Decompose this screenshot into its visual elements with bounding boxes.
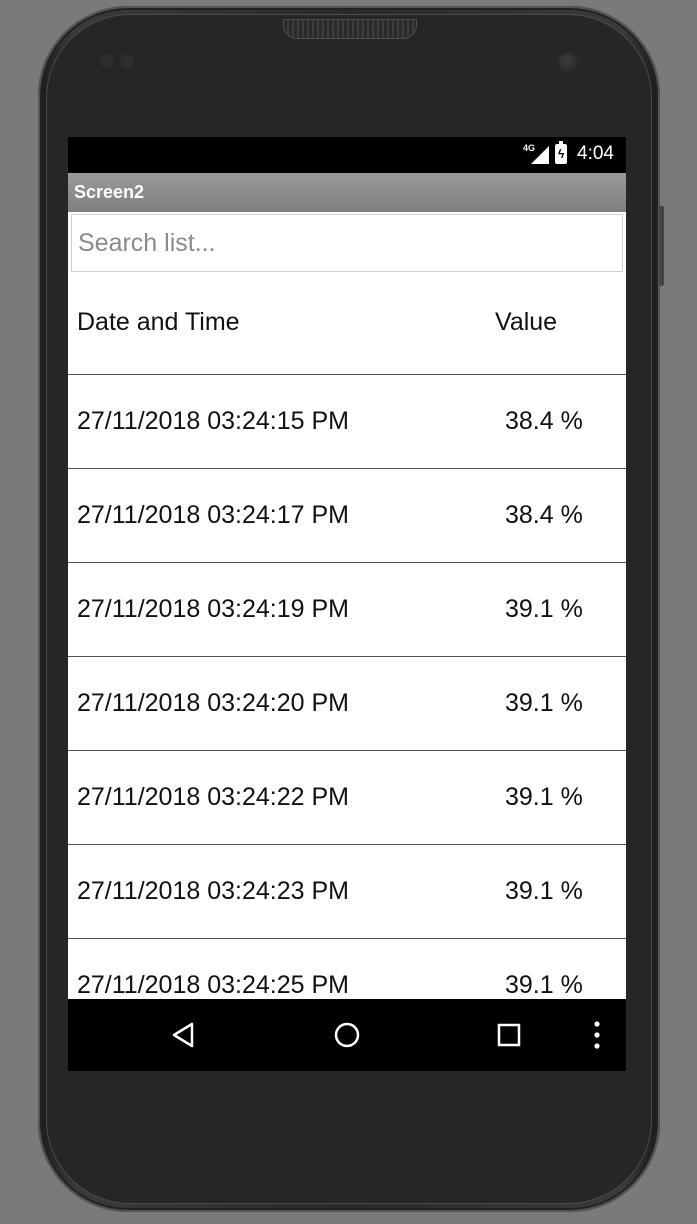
list-item[interactable]: 27/11/2018 03:24:15 PM 38.4 %	[68, 375, 626, 469]
back-icon[interactable]	[148, 999, 220, 1071]
list-item-date: 27/11/2018 03:24:19 PM	[77, 595, 349, 623]
list-item-value: 38.4 %	[505, 501, 583, 529]
list-item-value: 38.4 %	[505, 407, 583, 435]
recents-icon[interactable]	[473, 999, 545, 1071]
list-item[interactable]: 27/11/2018 03:24:25 PM 39.1 %	[68, 939, 626, 999]
list-item-value: 39.1 %	[505, 783, 583, 811]
battery-charging-icon: ϟ	[555, 141, 568, 164]
status-bar: 4G ϟ 4:04	[68, 137, 626, 173]
list-item-value: 39.1 %	[505, 595, 583, 623]
search-box[interactable]	[71, 214, 623, 272]
list-item-date: 27/11/2018 03:24:25 PM	[77, 971, 349, 999]
front-camera	[558, 52, 580, 74]
list-item-date: 27/11/2018 03:24:17 PM	[77, 501, 349, 529]
app-title-bar: Screen2	[68, 173, 626, 212]
overflow-menu-icon[interactable]	[561, 999, 626, 1071]
list-item[interactable]: 27/11/2018 03:24:20 PM 39.1 %	[68, 657, 626, 751]
list-item-date: 27/11/2018 03:24:15 PM	[77, 407, 349, 435]
earpiece-speaker	[283, 19, 417, 39]
date-column-header: Date and Time	[77, 308, 240, 336]
list-item[interactable]: 27/11/2018 03:24:17 PM 38.4 %	[68, 469, 626, 563]
data-list[interactable]: Date and Time Value 27/11/2018 03:24:15 …	[68, 281, 626, 999]
list-item-date: 27/11/2018 03:24:22 PM	[77, 783, 349, 811]
value-column-header: Value	[495, 308, 558, 336]
navigation-bar	[68, 999, 626, 1071]
list-item-value: 39.1 %	[505, 689, 583, 717]
list-header-row: Date and Time Value	[68, 281, 626, 375]
list-item[interactable]: 27/11/2018 03:24:19 PM 39.1 %	[68, 563, 626, 657]
list-item[interactable]: 27/11/2018 03:24:22 PM 39.1 %	[68, 751, 626, 845]
list-item-date: 27/11/2018 03:24:20 PM	[77, 689, 349, 717]
proximity-sensors	[100, 54, 140, 73]
volume-button[interactable]	[659, 206, 664, 286]
list-item-value: 39.1 %	[505, 877, 583, 905]
device-screen: 4G ϟ 4:04 Screen2 Date and Time Value 27…	[68, 137, 626, 1071]
list-item-date: 27/11/2018 03:24:23 PM	[77, 877, 349, 905]
app-title: Screen2	[74, 182, 145, 202]
home-icon[interactable]	[311, 999, 383, 1071]
status-clock: 4:04	[577, 143, 614, 164]
cellular-signal-icon: 4G	[523, 143, 550, 165]
search-input[interactable]	[72, 215, 622, 271]
list-item-value: 39.1 %	[505, 971, 583, 999]
list-item[interactable]: 27/11/2018 03:24:23 PM 39.1 %	[68, 845, 626, 939]
